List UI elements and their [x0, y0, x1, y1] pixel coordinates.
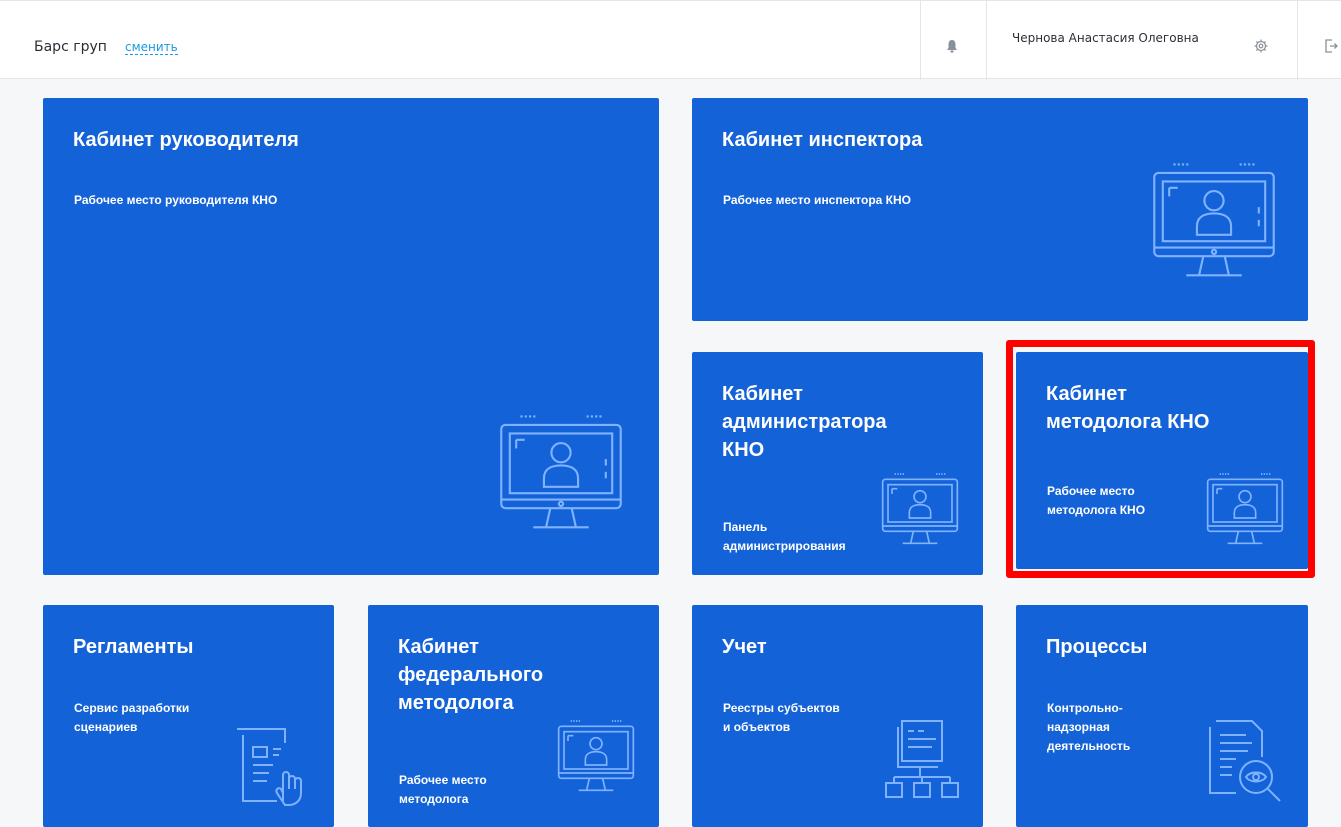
tile-subtitle-line: и объектов	[723, 720, 791, 734]
tile-subtitle-line: Панель	[723, 520, 768, 534]
tile-subtitle-line: методолога КНО	[1047, 503, 1146, 517]
tile-title-line: Кабинет	[722, 383, 803, 405]
tile-title: Кабинет инспектора	[722, 129, 923, 151]
tile-accounting[interactable]: Учет Реестры субъектов и объектов	[692, 605, 983, 827]
tile-title: Учет	[722, 636, 767, 658]
monitor-user-icon	[881, 473, 959, 545]
tile-title-line: Кабинет	[398, 636, 479, 658]
change-org-link[interactable]: сменить	[125, 40, 178, 55]
monitor-user-icon	[1206, 473, 1284, 545]
tile-subtitle-line: Рабочее место	[1047, 484, 1135, 498]
divider	[986, 1, 987, 80]
monitor-user-icon	[500, 415, 622, 529]
tile-regulations[interactable]: Регламенты Сервис разработки сценариев	[43, 605, 334, 827]
tile-title-line: методолога КНО	[1046, 411, 1210, 433]
logout-icon[interactable]	[1324, 38, 1338, 54]
divider	[1297, 1, 1298, 80]
org-name: Барс груп	[34, 39, 107, 55]
tile-subtitle: Рабочее место методолога КНО	[1047, 482, 1145, 520]
tile-admin-office[interactable]: Кабинет администратора КНО Панель админи…	[692, 352, 983, 575]
tile-subtitle-line: надзорная	[1047, 720, 1110, 734]
tile-processes[interactable]: Процессы Контрольно- надзорная деятельно…	[1016, 605, 1308, 827]
document-hand-icon	[237, 728, 302, 806]
tile-title-line: Кабинет	[1046, 383, 1127, 405]
tile-title-line: администратора	[722, 411, 887, 433]
registry-tree-icon	[885, 720, 959, 798]
tile-subtitle-line: Рабочее место	[399, 773, 487, 787]
tile-subtitle-line: Реестры субъектов	[723, 701, 840, 715]
tile-subtitle-line: администрирования	[723, 539, 846, 553]
tile-title-line: методолога	[398, 692, 514, 714]
tile-subtitle-line: Контрольно-	[1047, 701, 1123, 715]
tile-methodologist-office[interactable]: Кабинет методолога КНО Рабочее место мет…	[1016, 352, 1308, 569]
tile-head-office[interactable]: Кабинет руководителя Рабочее место руков…	[43, 98, 659, 575]
bell-icon[interactable]	[946, 39, 958, 53]
tile-title-line: федерального	[398, 664, 544, 686]
tile-subtitle-line: деятельность	[1047, 739, 1131, 753]
tile-title: Кабинет администратора КНО	[722, 380, 887, 464]
tile-subtitle-line: Сервис разработки	[74, 701, 190, 715]
tile-inspector-office[interactable]: Кабинет инспектора Рабочее место инспект…	[692, 98, 1308, 321]
tile-title-line: КНО	[722, 439, 765, 461]
tile-subtitle: Рабочее место инспектора КНО	[723, 193, 911, 207]
monitor-user-icon	[557, 720, 635, 792]
tile-subtitle: Панель администрирования	[723, 518, 846, 556]
tile-title: Регламенты	[73, 636, 194, 658]
tile-title: Кабинет методолога КНО	[1046, 380, 1209, 436]
tile-title: Процессы	[1046, 636, 1148, 658]
tile-title: Кабинет руководителя	[73, 129, 299, 151]
tile-subtitle: Рабочее место руководителя КНО	[74, 193, 278, 207]
gear-icon[interactable]	[1254, 39, 1268, 53]
top-bar: Барс груп сменить Чернова Анастасия Олег…	[0, 0, 1341, 80]
tile-subtitle: Сервис разработки сценариев	[74, 699, 189, 737]
tile-subtitle: Контрольно- надзорная деятельность	[1047, 699, 1130, 756]
tile-subtitle-line: методолога	[399, 792, 469, 806]
tile-federal-methodologist[interactable]: Кабинет федерального методолога Рабочее …	[368, 605, 659, 827]
divider	[920, 1, 921, 80]
tile-title: Кабинет федерального методолога	[398, 633, 543, 717]
tile-subtitle: Рабочее место методолога	[399, 771, 487, 809]
user-name[interactable]: Чернова Анастасия Олеговна	[1012, 31, 1199, 45]
tile-subtitle-line: сценариев	[74, 720, 138, 734]
document-eye-icon	[1209, 720, 1281, 802]
tile-subtitle: Реестры субъектов и объектов	[723, 699, 840, 737]
monitor-user-icon	[1153, 163, 1275, 277]
